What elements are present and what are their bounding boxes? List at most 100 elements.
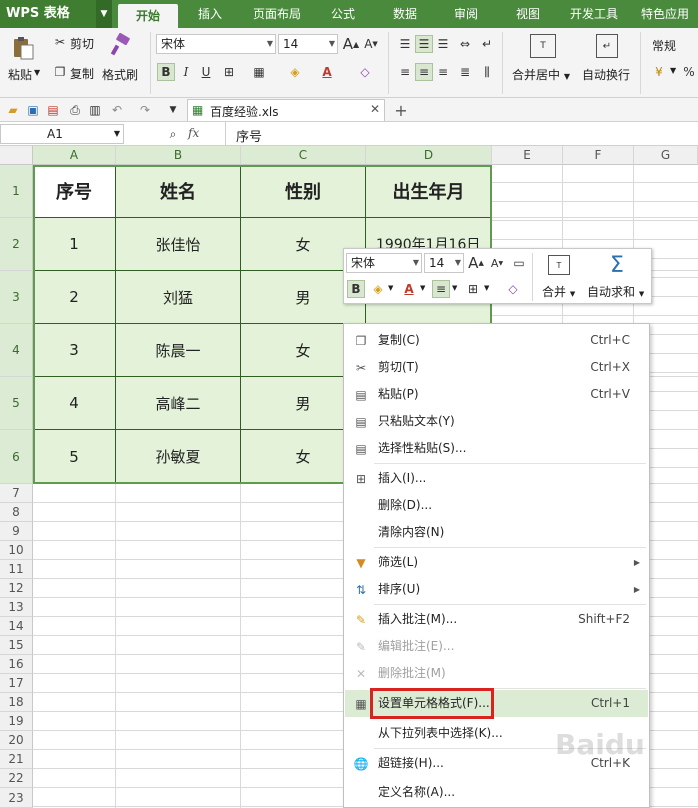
format-painter-icon[interactable] bbox=[108, 32, 134, 58]
row-header[interactable]: 23 bbox=[0, 788, 33, 808]
row-header[interactable]: 4 bbox=[0, 324, 33, 377]
align-top-icon[interactable]: ☰ bbox=[396, 35, 414, 53]
tab-review[interactable]: 审阅 bbox=[443, 0, 489, 28]
row-header[interactable]: 1 bbox=[0, 165, 33, 218]
table-cell[interactable]: 孙敏夏 bbox=[116, 430, 241, 484]
table-cell[interactable]: 陈晨一 bbox=[116, 324, 241, 377]
print-icon[interactable]: ⎙ bbox=[66, 101, 84, 119]
italic-button[interactable]: I bbox=[177, 63, 195, 81]
row-header[interactable]: 21 bbox=[0, 750, 33, 769]
table-cell[interactable]: 高峰二 bbox=[116, 377, 241, 430]
align-left-icon[interactable]: ≡ bbox=[396, 63, 414, 81]
distribute-icon[interactable]: ⫼ bbox=[478, 63, 496, 81]
table-cell[interactable]: 1 bbox=[33, 218, 116, 271]
close-icon[interactable]: ✕ bbox=[370, 102, 380, 116]
border-icon[interactable]: ⊞ bbox=[220, 63, 238, 81]
percent-button[interactable]: % bbox=[680, 63, 698, 81]
redo-icon[interactable]: ↷ bbox=[136, 101, 154, 119]
font-color-button[interactable]: A bbox=[318, 63, 336, 81]
select-all-corner[interactable] bbox=[0, 146, 33, 165]
tab-view[interactable]: 视图 bbox=[505, 0, 551, 28]
font-name-select[interactable]: 宋体 ▼ bbox=[156, 34, 276, 54]
clear-format-icon[interactable]: ◇ bbox=[356, 63, 374, 81]
row-header[interactable]: 11 bbox=[0, 560, 33, 579]
align-center-icon[interactable]: ≡ bbox=[415, 63, 433, 81]
tab-special[interactable]: 特色应用 bbox=[635, 0, 695, 28]
shrink-font-button[interactable]: A ▼ bbox=[362, 35, 380, 53]
fill-color-icon[interactable]: ◈ bbox=[286, 63, 304, 81]
align-middle-icon[interactable]: ☰ bbox=[415, 35, 433, 53]
row-header[interactable]: 15 bbox=[0, 636, 33, 655]
column-header-b[interactable]: B bbox=[116, 146, 241, 165]
column-header-g[interactable]: G bbox=[634, 146, 698, 165]
row-header[interactable]: 10 bbox=[0, 541, 33, 560]
table-cell[interactable]: 刘猛 bbox=[116, 271, 241, 324]
export-pdf-icon[interactable]: ▤ bbox=[44, 101, 62, 119]
row-header[interactable]: 16 bbox=[0, 655, 33, 674]
font-size-select[interactable]: 14 ▼ bbox=[278, 34, 338, 54]
tab-formulas[interactable]: 公式 bbox=[320, 0, 366, 28]
bold-button[interactable]: B bbox=[157, 63, 175, 81]
undo-icon[interactable]: ↶ bbox=[108, 101, 126, 119]
menu-item-paste-special[interactable]: ▤ 选择性粘贴(S)... bbox=[345, 435, 648, 462]
sigma-icon[interactable]: Σ bbox=[606, 253, 628, 278]
tab-developer[interactable]: 开发工具 bbox=[563, 0, 625, 28]
row-header[interactable]: 19 bbox=[0, 712, 33, 731]
merge-icon[interactable]: T bbox=[548, 255, 570, 275]
tab-insert[interactable]: 插入 bbox=[186, 0, 234, 28]
wrap-icon[interactable]: ↵ bbox=[478, 35, 496, 53]
mini-merge-button[interactable]: 合并 ▼ bbox=[542, 283, 575, 300]
row-header[interactable]: 9 bbox=[0, 522, 33, 541]
mini-font-select[interactable]: 宋体 ▼ bbox=[346, 253, 422, 273]
mini-autosum-button[interactable]: 自动求和 ▼ bbox=[587, 283, 644, 300]
print-preview-icon[interactable]: ▥ bbox=[86, 101, 104, 119]
row-header[interactable]: 5 bbox=[0, 377, 33, 430]
chevron-down-icon[interactable]: ▼ bbox=[164, 101, 182, 119]
menu-item-hyperlink[interactable]: 🌐 超链接(H)... Ctrl+K bbox=[345, 750, 648, 777]
open-folder-icon[interactable]: ▰ bbox=[4, 101, 22, 119]
paste-button[interactable]: 粘贴 bbox=[8, 66, 32, 83]
tab-data[interactable]: 数据 bbox=[382, 0, 428, 28]
menu-item-insert[interactable]: ⊞ 插入(I)... bbox=[345, 465, 648, 492]
document-tab[interactable]: ▦ 百度经验.xls ✕ bbox=[187, 99, 385, 121]
shading-icon[interactable]: ▦ bbox=[250, 63, 268, 81]
menu-item-filter[interactable]: ▼ 筛选(L) ▶ bbox=[345, 549, 648, 576]
row-header[interactable]: 14 bbox=[0, 617, 33, 636]
row-header[interactable]: 20 bbox=[0, 731, 33, 750]
format-icon[interactable]: ▭ bbox=[510, 254, 528, 272]
align-right-icon[interactable]: ≡ bbox=[434, 63, 452, 81]
table-cell-header[interactable]: 姓名 bbox=[116, 165, 241, 218]
column-header-a[interactable]: A bbox=[33, 146, 116, 165]
row-header[interactable]: 8 bbox=[0, 503, 33, 522]
format-painter-button[interactable]: 格式刷 bbox=[102, 66, 138, 83]
row-header[interactable]: 22 bbox=[0, 769, 33, 788]
grow-font-icon[interactable]: A ▲ bbox=[467, 254, 485, 272]
column-header-d[interactable]: D bbox=[366, 146, 492, 165]
merge-center-button[interactable]: 合并居中 ▼ bbox=[512, 66, 570, 83]
table-cell[interactable]: 3 bbox=[33, 324, 116, 377]
fill-color-icon[interactable]: ◈ bbox=[369, 280, 387, 298]
menu-item-clear[interactable]: 清除内容(N) bbox=[345, 519, 648, 546]
menu-item-delete[interactable]: 删除(D)... bbox=[345, 492, 648, 519]
underline-button[interactable]: U bbox=[197, 63, 215, 81]
mini-size-select[interactable]: 14 ▼ bbox=[424, 253, 464, 273]
border-icon[interactable]: ⊞ bbox=[464, 280, 482, 298]
wrap-text-icon[interactable]: ↵ bbox=[596, 34, 618, 58]
save-icon[interactable]: ▣ bbox=[24, 101, 42, 119]
shrink-font-icon[interactable]: A ▼ bbox=[488, 254, 506, 272]
table-cell[interactable]: 张佳怡 bbox=[116, 218, 241, 271]
wrap-text-button[interactable]: 自动换行 bbox=[582, 66, 630, 83]
menu-item-paste-text[interactable]: ▤ 只粘贴文本(Y) bbox=[345, 408, 648, 435]
menu-item-sort[interactable]: ⇅ 排序(U) ▶ bbox=[345, 576, 648, 603]
table-cell[interactable]: 2 bbox=[33, 271, 116, 324]
row-header[interactable]: 6 bbox=[0, 430, 33, 484]
grow-font-button[interactable]: A ▲ bbox=[342, 35, 360, 53]
table-cell-header[interactable]: 出生年月 bbox=[366, 165, 492, 218]
number-format-select[interactable]: 常规 bbox=[652, 37, 676, 54]
formula-input[interactable]: 序号 bbox=[236, 126, 262, 145]
table-cell[interactable]: 4 bbox=[33, 377, 116, 430]
justify-icon[interactable]: ≣ bbox=[456, 63, 474, 81]
menu-item-define-name[interactable]: 定义名称(A)... bbox=[345, 779, 648, 806]
table-cell[interactable]: 5 bbox=[33, 430, 116, 484]
menu-item-paste[interactable]: ▤ 粘贴(P) Ctrl+V bbox=[345, 381, 648, 408]
